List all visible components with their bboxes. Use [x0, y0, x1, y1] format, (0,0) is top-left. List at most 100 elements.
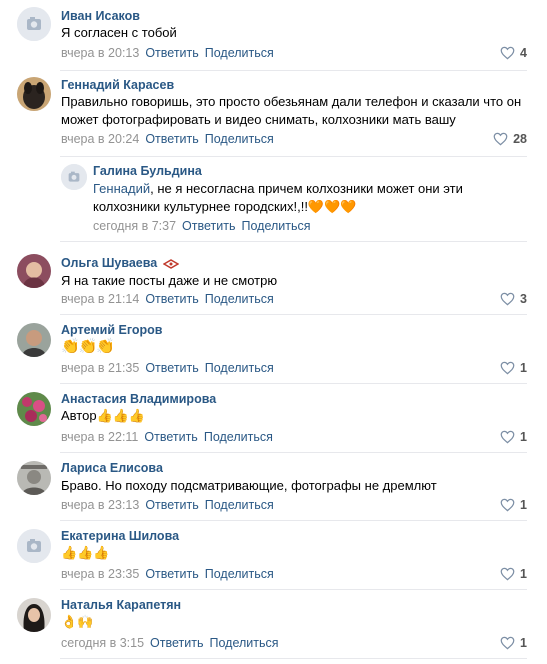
- heart-icon: [500, 498, 515, 512]
- like-count: 1: [520, 636, 527, 650]
- comment-time[interactable]: вчера в 21:35: [61, 361, 139, 375]
- camera-icon: [17, 529, 51, 563]
- like-button[interactable]: 1: [500, 498, 527, 512]
- like-button[interactable]: 4: [500, 46, 527, 60]
- comment-meta: вчера в 21:14 Ответить Поделиться: [61, 292, 274, 306]
- like-button[interactable]: 1: [500, 361, 527, 375]
- share-button[interactable]: Поделиться: [205, 292, 274, 306]
- comment-meta: вчера в 23:13 Ответить Поделиться: [61, 498, 274, 512]
- avatar-placeholder[interactable]: [17, 7, 51, 41]
- heart-icon: [500, 292, 515, 306]
- reply-button[interactable]: Ответить: [182, 219, 235, 233]
- like-count: 3: [520, 292, 527, 306]
- heart-icon: [500, 361, 515, 375]
- comment-text: Я на такие посты даже и не смотрю: [61, 273, 278, 288]
- comment-text: 👌🙌: [61, 614, 94, 629]
- comment-text: Автор👍👍👍: [61, 408, 146, 423]
- reply-button[interactable]: Ответить: [145, 46, 198, 60]
- comment-author[interactable]: Артемий Егоров: [61, 323, 162, 337]
- comment-meta: сегодня в 7:37 Ответить Поделиться: [93, 219, 311, 233]
- like-button[interactable]: 1: [500, 636, 527, 650]
- comment-time[interactable]: вчера в 22:11: [61, 430, 138, 444]
- comment-text: Геннадий, не я несогласна причем колхозн…: [93, 180, 493, 216]
- share-button[interactable]: Поделиться: [204, 430, 273, 444]
- avatar-placeholder[interactable]: [61, 164, 87, 190]
- comment-time[interactable]: сегодня в 3:15: [61, 636, 144, 650]
- share-button[interactable]: Поделиться: [205, 132, 274, 146]
- avatar-placeholder[interactable]: [17, 529, 51, 563]
- comment-author[interactable]: Лариса Елисова: [61, 461, 163, 475]
- divider: [60, 70, 527, 71]
- club-badge-icon: [163, 258, 180, 269]
- author-name: Ольга Шуваева: [61, 256, 158, 270]
- share-button[interactable]: Поделиться: [205, 46, 274, 60]
- comment-meta: сегодня в 3:15 Ответить Поделиться: [61, 636, 279, 650]
- comment-time[interactable]: вчера в 23:35: [61, 567, 139, 581]
- comment-time[interactable]: сегодня в 7:37: [93, 219, 176, 233]
- comment-author[interactable]: Галина Бульдина: [93, 164, 202, 178]
- avatar[interactable]: [17, 461, 51, 495]
- like-button[interactable]: 28: [493, 132, 527, 146]
- comment-time[interactable]: вчера в 20:24: [61, 132, 139, 146]
- like-button[interactable]: 3: [500, 292, 527, 306]
- heart-icon: [500, 46, 515, 60]
- heart-icon: [500, 567, 515, 581]
- share-button[interactable]: Поделиться: [205, 567, 274, 581]
- camera-icon: [17, 7, 51, 41]
- reply-button[interactable]: Ответить: [145, 132, 198, 146]
- comment-meta: вчера в 20:13 Ответить Поделиться: [61, 46, 274, 60]
- reply-button[interactable]: Ответить: [145, 361, 198, 375]
- divider: [60, 383, 527, 384]
- comment-text: 👏👏👏: [61, 338, 115, 355]
- avatar[interactable]: [17, 598, 51, 632]
- comment-text: Браво. Но походу подсматривающие, фотогр…: [61, 478, 437, 493]
- avatar-woman-image: [17, 598, 51, 632]
- like-count: 1: [520, 430, 527, 444]
- like-count: 1: [520, 498, 527, 512]
- share-button[interactable]: Поделиться: [205, 361, 274, 375]
- like-count: 4: [520, 46, 527, 60]
- reply-button[interactable]: Ответить: [145, 498, 198, 512]
- comment-author[interactable]: Екатерина Шилова: [61, 529, 179, 543]
- like-count: 1: [520, 361, 527, 375]
- avatar-flowers-image: [17, 392, 51, 426]
- avatar-dog-image: [17, 77, 51, 111]
- like-button[interactable]: 1: [500, 567, 527, 581]
- comment-meta: вчера в 21:35 Ответить Поделиться: [61, 361, 274, 375]
- divider: [60, 658, 527, 659]
- comment-author[interactable]: Геннадий Карасев: [61, 78, 174, 92]
- divider: [60, 589, 527, 590]
- share-button[interactable]: Поделиться: [209, 636, 278, 650]
- comment-author[interactable]: Ольга Шуваева: [61, 256, 180, 270]
- comment-time[interactable]: вчера в 21:14: [61, 292, 139, 306]
- reply-button[interactable]: Ответить: [144, 430, 197, 444]
- reply-button[interactable]: Ответить: [150, 636, 203, 650]
- comment-text: Я согласен с тобой: [61, 25, 177, 40]
- avatar[interactable]: [17, 323, 51, 357]
- avatar[interactable]: [17, 77, 51, 111]
- reply-button[interactable]: Ответить: [145, 292, 198, 306]
- divider: [60, 314, 527, 315]
- avatar-man-image: [17, 323, 51, 357]
- divider: [60, 452, 527, 453]
- avatar[interactable]: [17, 392, 51, 426]
- comment-time[interactable]: вчера в 20:13: [61, 46, 139, 60]
- comment-author[interactable]: Анастасия Владимирова: [61, 392, 216, 406]
- share-button[interactable]: Поделиться: [241, 219, 310, 233]
- avatar[interactable]: [17, 254, 51, 288]
- like-button[interactable]: 1: [500, 430, 527, 444]
- divider: [60, 520, 527, 521]
- mention-link[interactable]: Геннадий: [93, 181, 150, 196]
- reply-button[interactable]: Ответить: [145, 567, 198, 581]
- comment-text: 👍👍👍: [61, 545, 110, 560]
- comment-time[interactable]: вчера в 23:13: [61, 498, 139, 512]
- heart-icon: [493, 132, 508, 146]
- share-button[interactable]: Поделиться: [205, 498, 274, 512]
- like-count: 1: [520, 567, 527, 581]
- avatar-woman-image: [17, 254, 51, 288]
- comment-author[interactable]: Наталья Карапетян: [61, 598, 181, 612]
- comment-meta: вчера в 22:11 Ответить Поделиться: [61, 430, 273, 444]
- comment-author[interactable]: Иван Исаков: [61, 9, 140, 23]
- camera-icon: [61, 164, 87, 190]
- heart-icon: [500, 636, 515, 650]
